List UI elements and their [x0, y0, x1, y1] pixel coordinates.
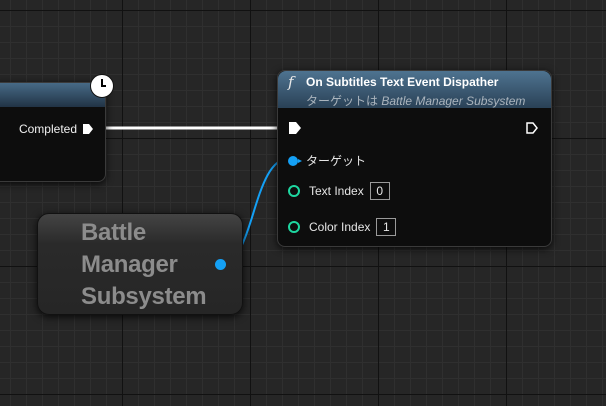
completed-label: Completed — [18, 122, 77, 136]
text-index-pin[interactable] — [288, 185, 300, 197]
color-index-label: Color Index — [309, 220, 371, 234]
exec-input-icon[interactable] — [289, 122, 301, 134]
target-pin[interactable] — [288, 155, 302, 166]
target-label: ターゲット — [306, 154, 367, 168]
exec-output-icon[interactable] — [83, 124, 93, 134]
target-pin-row[interactable]: ターゲット — [288, 152, 366, 169]
latent-action-node[interactable]: Completed — [0, 82, 106, 182]
completed-pin[interactable]: Completed — [19, 122, 93, 136]
text-index-input[interactable]: 0 — [369, 182, 390, 200]
subtitle-target: Battle Manager Subsystem — [381, 94, 526, 108]
clock-icon — [90, 74, 114, 98]
function-icon: f — [288, 73, 294, 91]
function-subtitle: ターゲットは Battle Manager Subsystem — [306, 92, 525, 109]
subtitle-prefix: ターゲットは — [306, 94, 382, 108]
text-index-pin-row[interactable]: Text Index 0 — [288, 182, 390, 200]
color-index-pin[interactable] — [288, 221, 300, 233]
color-index-pin-row[interactable]: Color Index 1 — [288, 218, 397, 236]
battle-manager-label: Battle Manager Subsystem — [81, 219, 207, 310]
function-node-header[interactable]: f On Subtitles Text Event Dispather ターゲッ… — [278, 71, 551, 108]
function-title: On Subtitles Text Event Dispather — [306, 75, 499, 89]
subsystem-output-pin[interactable] — [215, 259, 226, 270]
function-call-node[interactable]: f On Subtitles Text Event Dispather ターゲッ… — [277, 70, 552, 247]
text-index-label: Text Index — [309, 184, 364, 198]
color-index-input[interactable]: 1 — [376, 218, 397, 236]
exec-output-icon[interactable] — [526, 122, 538, 134]
battle-manager-subsystem-node[interactable]: Battle Manager Subsystem — [37, 213, 243, 315]
